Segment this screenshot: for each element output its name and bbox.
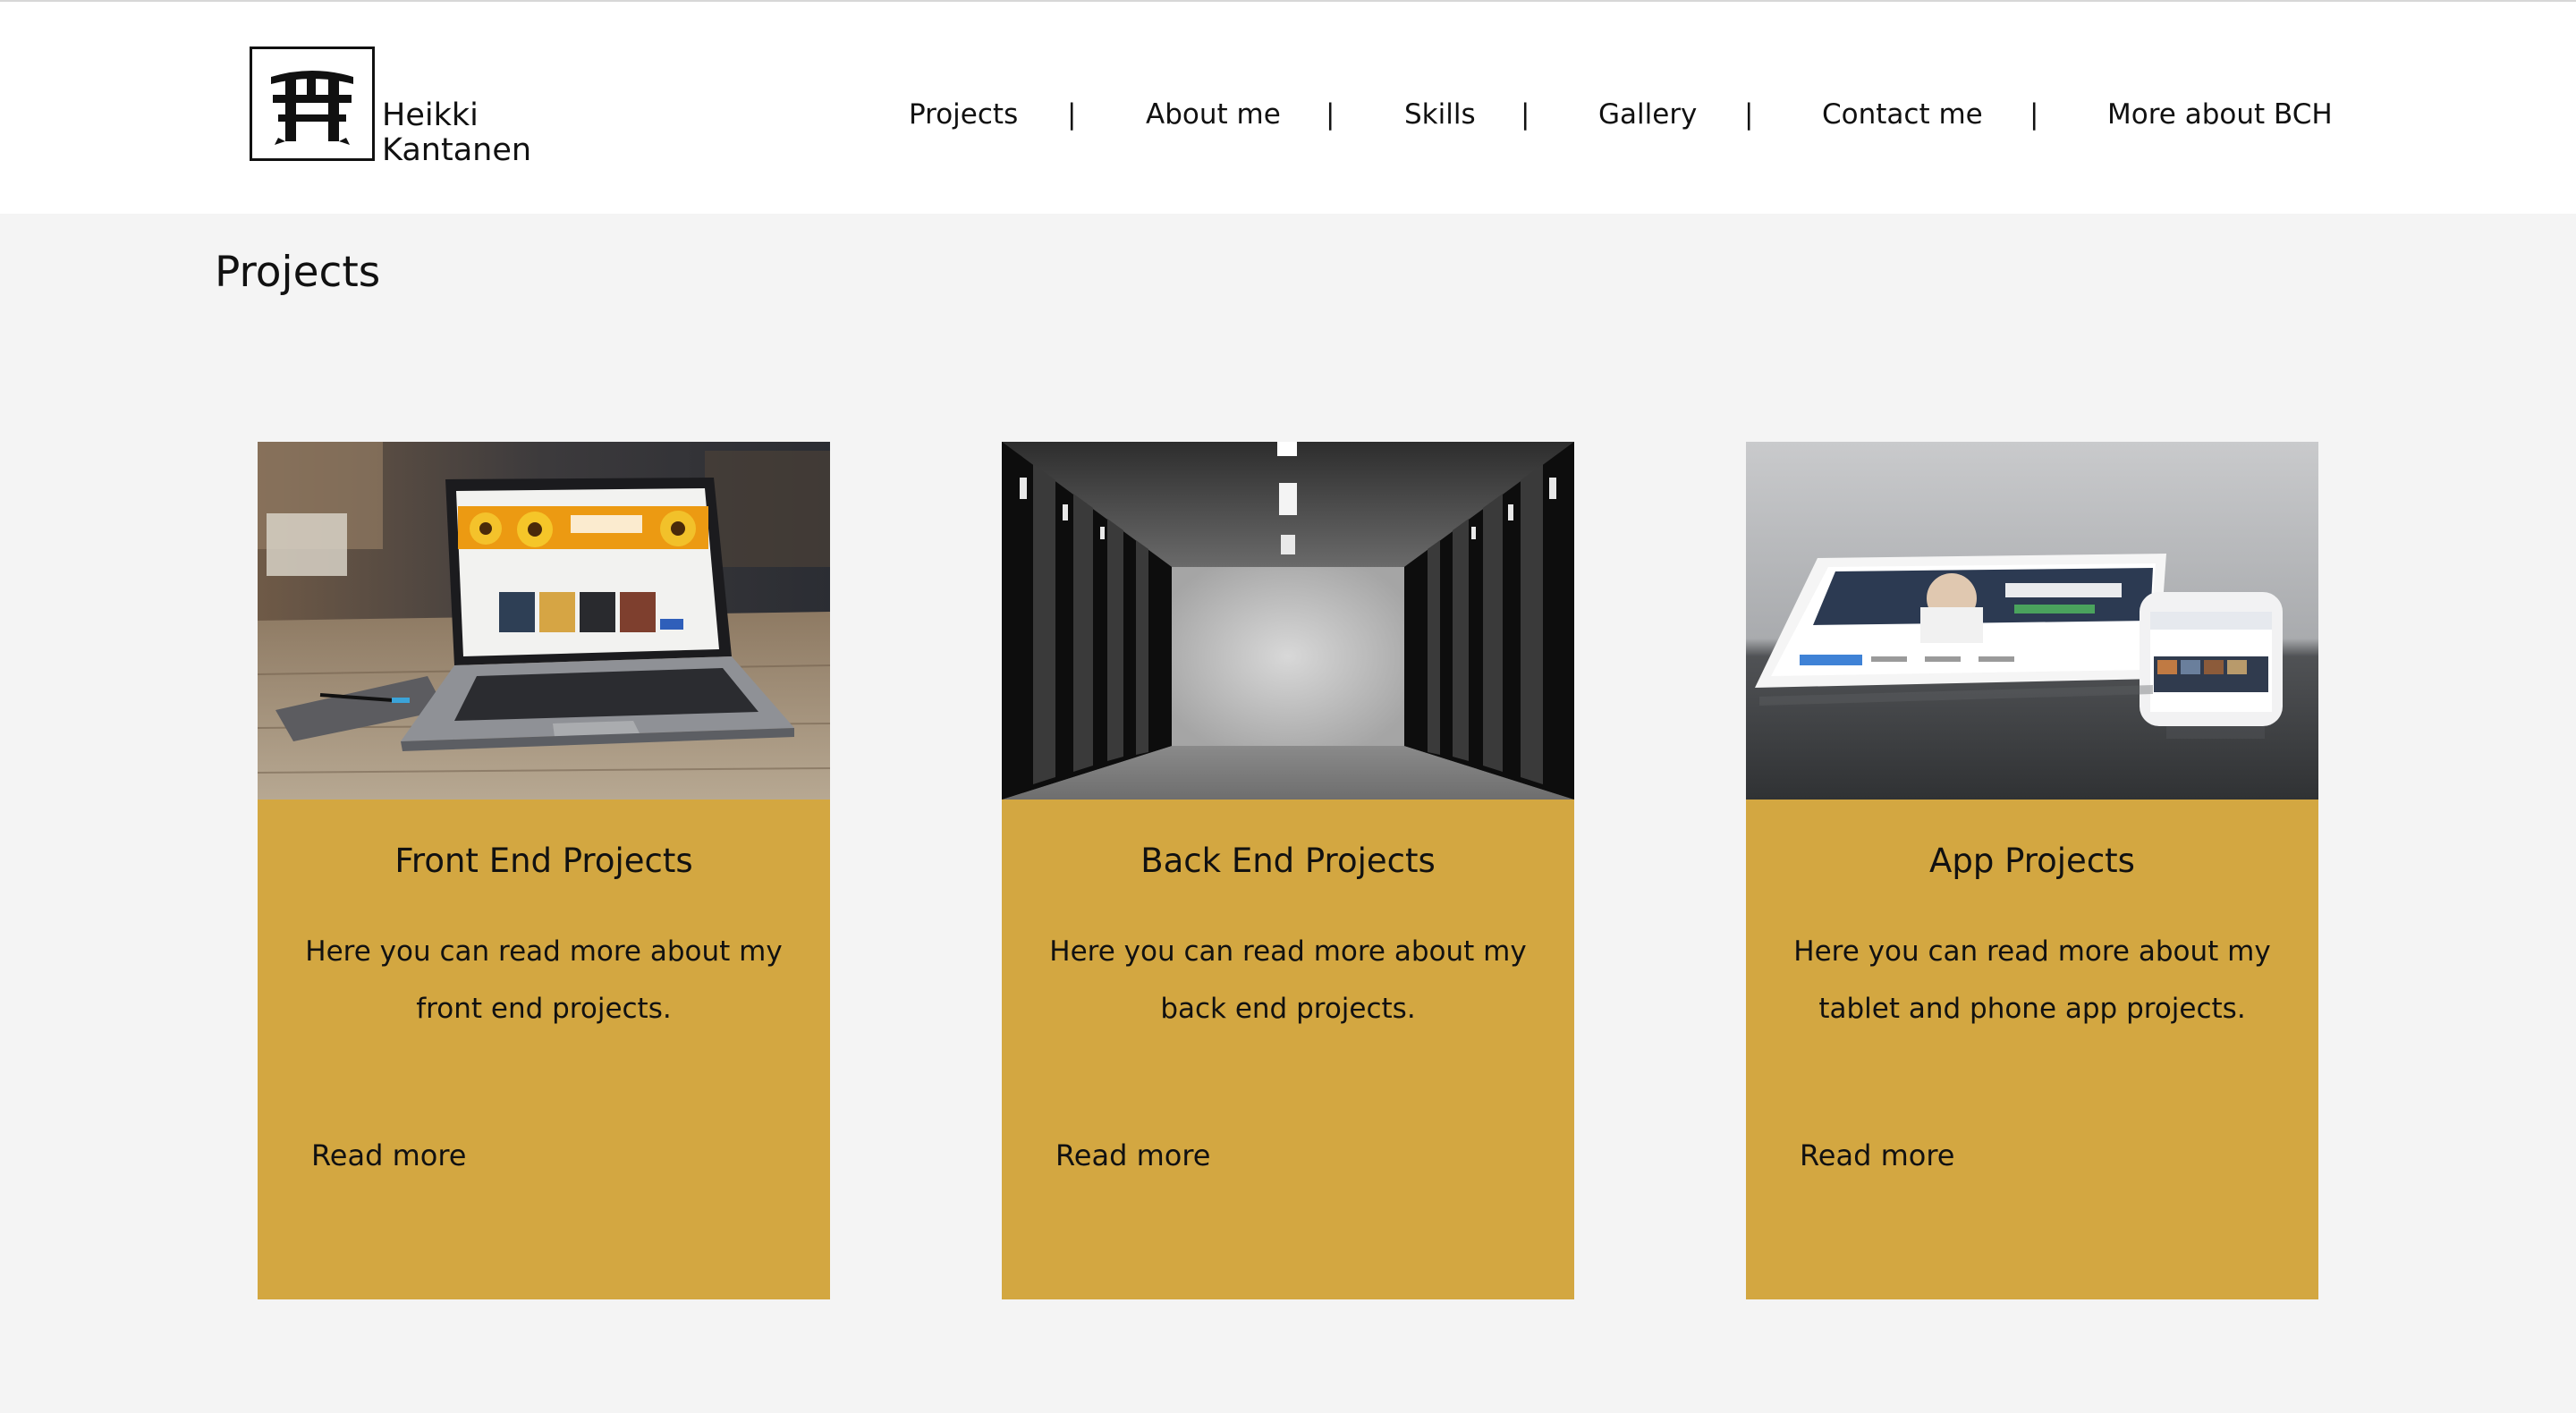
project-card-app: App Projects Here you can read more abou… [1746,442,2318,1299]
nav-link-projects[interactable]: Projects [909,95,1018,134]
read-more-link[interactable]: Read more [311,1136,466,1175]
read-more-link[interactable]: Read more [1055,1136,1210,1175]
card-title: Front End Projects [394,842,693,880]
laptop-on-wooden-desk-photo [258,442,830,800]
site-logo[interactable]: Heikki Kantanen [250,47,531,168]
nav-separator: | [2029,98,2039,131]
section-title: Projects [215,248,381,297]
torii-gate-icon [250,47,375,161]
logo-last-name: Kantanen [382,132,532,168]
card-description: Here you can read more about my back end… [1049,935,1527,1025]
nav-link-skills[interactable]: Skills [1404,95,1476,134]
tablet-and-phone-photo [1746,442,2318,800]
nav-separator: | [1744,98,1754,131]
nav-separator: | [1326,98,1335,131]
nav-link-contact-me[interactable]: Contact me [1822,95,1983,134]
main-nav: Projects | About me | Skills | Gallery |… [894,95,2343,134]
logo-first-name: Heikki [382,97,479,133]
site-header: Heikki Kantanen Projects | About me | Sk… [0,2,2576,214]
nav-link-gallery[interactable]: Gallery [1598,95,1697,134]
card-title: App Projects [1929,842,2135,880]
server-room-corridor-photo [1002,442,1574,800]
card-title: Back End Projects [1140,842,1436,880]
card-description: Here you can read more about my front en… [305,935,783,1025]
project-card-back-end: Back End Projects Here you can read more… [1002,442,1574,1299]
logo-name: Heikki Kantanen [382,98,531,168]
read-more-link[interactable]: Read more [1800,1136,1954,1175]
nav-separator: | [1521,98,1530,131]
project-card-front-end: Front End Projects Here you can read mor… [258,442,830,1299]
nav-link-more-about-bch[interactable]: More about BCH [2107,95,2333,134]
nav-link-about-me[interactable]: About me [1146,95,1281,134]
nav-separator: | [1067,98,1077,131]
card-description: Here you can read more about my tablet a… [1793,935,2271,1025]
